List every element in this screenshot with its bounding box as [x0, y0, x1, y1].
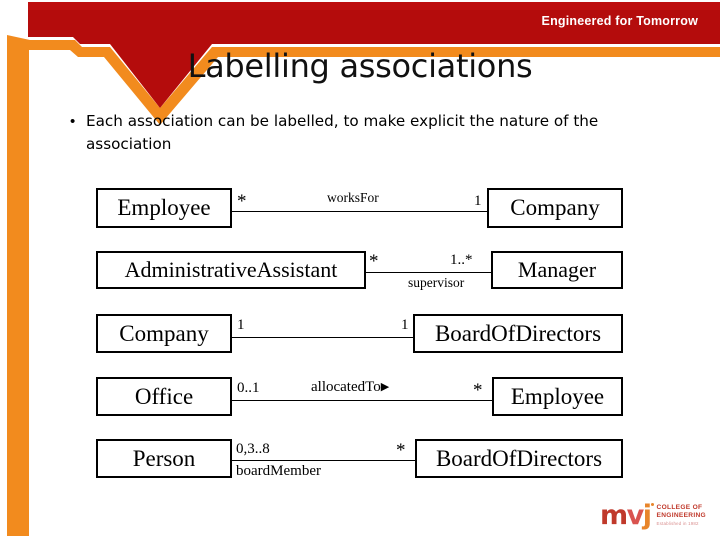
- class-box-right: Manager: [491, 251, 623, 289]
- direction-arrow-icon: ▶: [380, 381, 390, 393]
- multiplicity-left: 0,3..8: [236, 441, 270, 457]
- logo-letter-j: j: [642, 499, 652, 531]
- multiplicity-right: *: [473, 380, 483, 401]
- association-label: supervisor: [408, 275, 465, 290]
- association-label: allocatedTo▶: [311, 380, 389, 395]
- class-box-right: BoardOfDirectors: [415, 439, 623, 478]
- multiplicity-right: *: [396, 440, 406, 461]
- logo-letter-m: m: [600, 499, 628, 531]
- class-box-left: Person: [96, 439, 232, 478]
- association-line: [232, 460, 415, 461]
- logo-line-3: Established in 1982: [656, 520, 699, 526]
- class-box-left: Office: [96, 377, 232, 416]
- multiplicity-left: 0..1: [237, 380, 260, 396]
- logo-wordmark: mvj: [600, 499, 654, 531]
- multiplicity-left: *: [369, 251, 379, 272]
- association-line: [232, 337, 413, 338]
- association-line: [232, 400, 492, 401]
- logo-line-1: COLLEGE OF: [656, 504, 703, 512]
- multiplicity-left: 1: [237, 317, 245, 333]
- logo-letter-v: v: [626, 499, 645, 531]
- multiplicity-right: 1..*: [450, 252, 473, 268]
- association-line: [366, 272, 491, 273]
- logo-dot-icon: [650, 502, 654, 506]
- logo-line-2: ENGINEERING: [656, 511, 706, 519]
- class-box-right: Company: [487, 188, 623, 228]
- class-box-left: AdministrativeAssistant: [96, 251, 366, 289]
- class-box-right: Employee: [492, 377, 623, 416]
- class-box-left: Company: [96, 314, 232, 353]
- uml-association-diagram: Employee * worksFor 1 Company Administra…: [0, 0, 720, 540]
- multiplicity-left: *: [237, 191, 247, 212]
- logo-text-block: COLLEGE OF ENGINEERING Established in 19…: [657, 504, 706, 525]
- class-box-right: BoardOfDirectors: [413, 314, 623, 353]
- slide: Engineered for Tomorrow Labelling associ…: [0, 0, 720, 540]
- association-label: boardMember: [236, 463, 321, 479]
- multiplicity-right: 1: [474, 193, 482, 209]
- association-label: worksFor: [327, 190, 379, 205]
- multiplicity-right: 1: [401, 317, 409, 333]
- institution-logo: mvj COLLEGE OF ENGINEERING Established i…: [600, 498, 712, 532]
- association-label-text: allocatedTo: [311, 379, 381, 395]
- class-box-left: Employee: [96, 188, 232, 228]
- association-line: [232, 211, 487, 212]
